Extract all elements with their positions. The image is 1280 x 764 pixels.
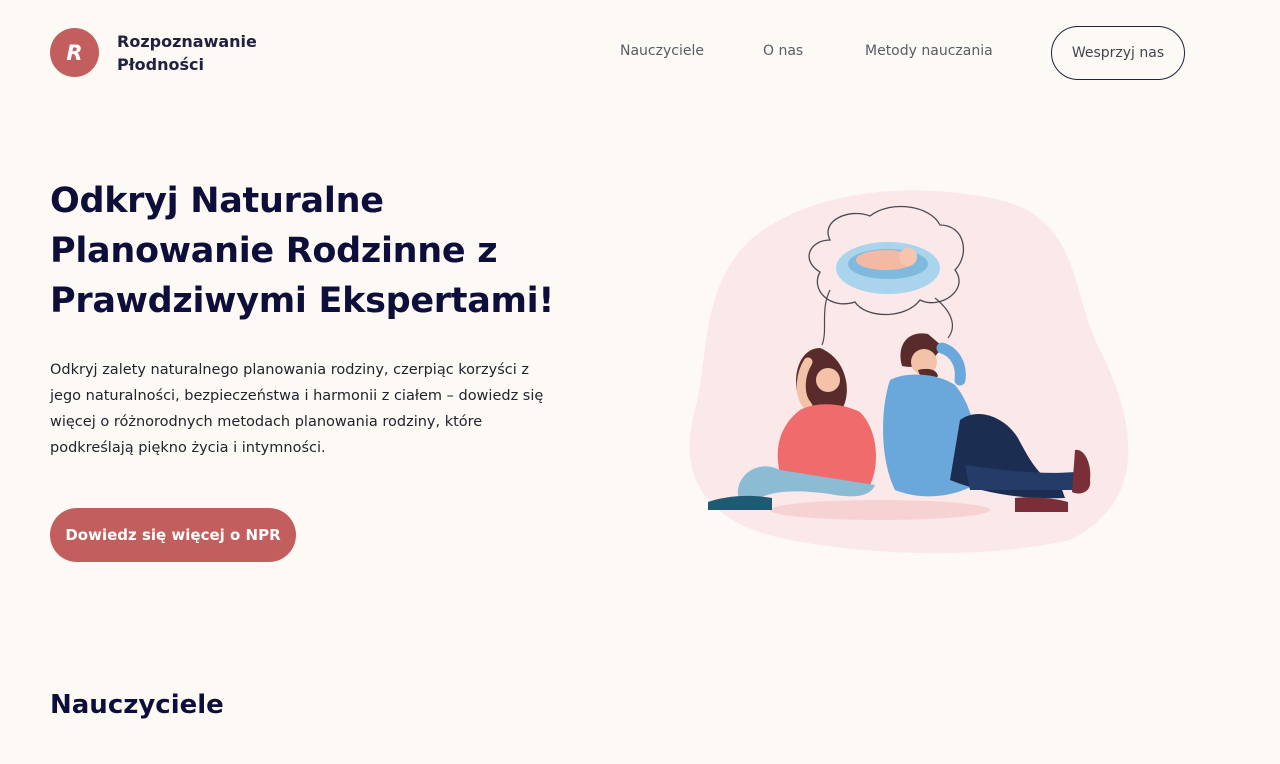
illustration-svg [689,190,1129,554]
woman-face [816,368,840,392]
site-header: R Rozpoznawanie Płodności Nauczyciele O … [0,0,1280,106]
hero-description-line: Odkryj zalety naturalnego planowania rod… [50,362,529,378]
hero-title-line: Odkryj Naturalne [50,181,384,221]
learn-more-npr-button[interactable]: Dowiedz się więcej o NPR [50,508,296,562]
teachers-section-title: Nauczyciele [50,690,224,720]
hero-description-line: jego naturalności, bezpieczeństwa i harm… [50,388,544,404]
baby-head [899,248,917,266]
hero-description-line: podkreślają piękno życia i intymności. [50,440,326,456]
nav-link-teachers[interactable]: Nauczyciele [620,43,704,59]
hero-description-line: więcej o różnorodnych metodach planowani… [50,414,483,430]
hero-title-line: Planowanie Rodzinne z [50,231,498,271]
nav-link-about[interactable]: O nas [763,43,803,59]
main-nav: Nauczyciele O nas Metody nauczania Wespr… [0,26,1280,80]
couple-thinking-of-baby-illustration [680,180,1140,560]
page: R Rozpoznawanie Płodności Nauczyciele O … [0,0,1280,764]
ground-shadow [770,500,990,520]
hero-title: Odkryj Naturalne Planowanie Rodzinne z P… [50,176,610,326]
support-button[interactable]: Wesprzyj nas [1051,26,1185,80]
hero-description: Odkryj zalety naturalnego planowania rod… [50,357,590,461]
hero-title-line: Prawdziwymi Ekspertami! [50,281,555,321]
nav-link-methods[interactable]: Metody nauczania [865,43,993,59]
